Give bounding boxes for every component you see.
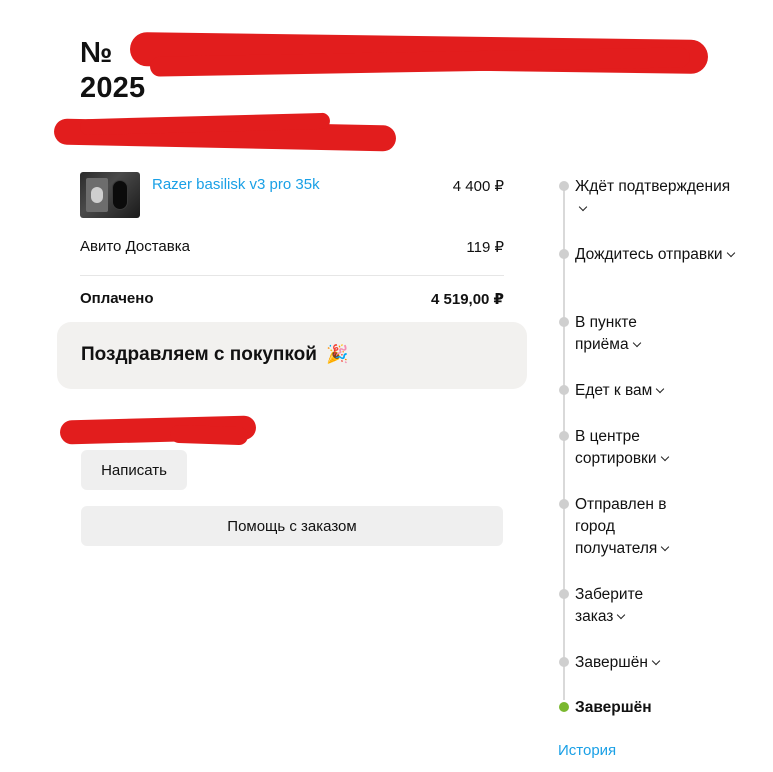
paid-row: Оплачено 4 519,00 ₽	[80, 290, 504, 308]
timeline-step[interactable]: Ждёт подтверждения	[556, 176, 735, 220]
chevron-down-icon[interactable]	[578, 202, 588, 212]
status-dot-icon	[559, 431, 569, 441]
timeline-step[interactable]: В центре сортировки	[556, 426, 685, 470]
chevron-down-icon[interactable]	[726, 248, 735, 258]
timeline-step[interactable]: Заберите заказ	[556, 584, 660, 628]
status-dot-icon	[559, 657, 569, 667]
timeline-step-label: В центре сортировки	[575, 428, 657, 467]
timeline-step-label: В пункте приёма	[575, 314, 637, 353]
item-name-link[interactable]: Razer basilisk v3 pro 35k	[152, 176, 453, 193]
timeline-step-current: Завершён	[556, 697, 735, 719]
delivery-price: 119 ₽	[466, 239, 504, 256]
chevron-down-icon[interactable]	[651, 656, 661, 666]
chevron-down-icon[interactable]	[617, 610, 626, 620]
write-message-button[interactable]: Написать	[81, 450, 187, 490]
status-dot-icon	[559, 385, 569, 395]
item-price: 4 400 ₽	[452, 178, 504, 195]
order-summary: Razer basilisk v3 pro 35k 4 400 ₽ Авито …	[80, 172, 504, 308]
paid-total: 4 519,00 ₽	[431, 291, 504, 308]
timeline-step-label: Дождитесь отправки	[575, 246, 723, 263]
redaction-mark	[169, 424, 249, 446]
order-number-prefix: №	[80, 37, 113, 69]
item-thumbnail[interactable]	[80, 172, 140, 218]
status-dot-icon	[559, 249, 569, 259]
timeline-step-label: Завершён	[575, 699, 652, 716]
order-year: 2025	[80, 71, 146, 104]
order-item: Razer basilisk v3 pro 35k 4 400 ₽	[80, 172, 504, 220]
status-dot-icon	[559, 181, 569, 191]
timeline-step-label: Завершён	[575, 654, 648, 671]
congrats-text: Поздравляем с покупкой	[81, 344, 317, 365]
timeline-step[interactable]: Отправлен в город получателя	[556, 494, 690, 560]
timeline-step-label: Едет к вам	[575, 382, 653, 399]
timeline-step-label: Ждёт подтверждения	[575, 178, 731, 195]
status-dot-done-icon	[559, 702, 569, 712]
chevron-down-icon[interactable]	[632, 338, 641, 348]
congrats-banner: Поздравляем с покупкой 🎉	[57, 322, 527, 389]
timeline-step[interactable]: Дождитесь отправки	[556, 244, 735, 266]
chevron-down-icon[interactable]	[661, 542, 670, 552]
chevron-down-icon[interactable]	[660, 452, 669, 462]
history-link[interactable]: История	[558, 742, 616, 759]
timeline-step[interactable]: Едет к вам	[556, 380, 735, 402]
timeline-step-label: Отправлен в город получателя	[575, 496, 667, 557]
chevron-down-icon[interactable]	[656, 384, 665, 394]
timeline-step[interactable]: В пункте приёма	[556, 312, 655, 356]
order-help-button[interactable]: Помощь с заказом	[81, 506, 503, 546]
timeline-step-label: Заберите заказ	[575, 586, 644, 625]
status-dot-icon	[559, 499, 569, 509]
timeline-step[interactable]: Завершён	[556, 652, 735, 674]
status-dot-icon	[559, 317, 569, 327]
delivery-label: Авито Доставка	[80, 238, 190, 255]
party-popper-icon: 🎉	[326, 344, 349, 364]
paid-label: Оплачено	[80, 290, 154, 307]
status-dot-icon	[559, 589, 569, 599]
delivery-row: Авито Доставка 119 ₽	[80, 238, 504, 276]
